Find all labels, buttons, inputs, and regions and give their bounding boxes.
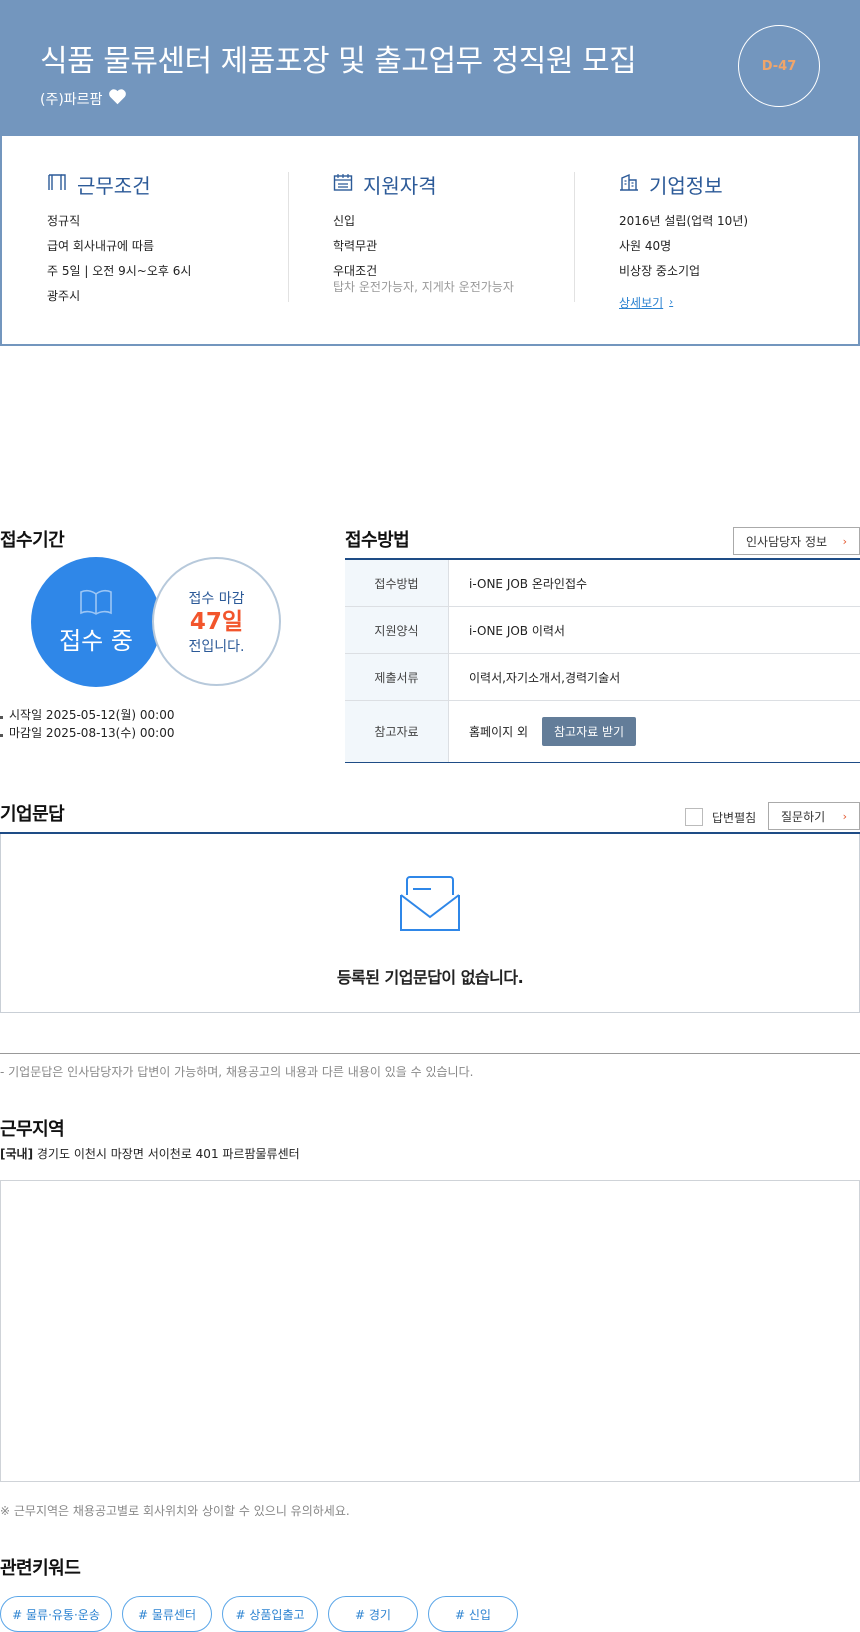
region-tag: [국내]: [0, 1147, 34, 1161]
deadline-suffix: 전입니다.: [188, 638, 245, 655]
keyword-tag[interactable]: # 경기: [328, 1596, 418, 1632]
founded: 2016년 설립(업력 10년): [619, 214, 749, 228]
work-address: 경기도 이천시 마장면 서이천로 401 파르팜물류센터: [36, 1147, 300, 1161]
reception-method-table: 접수방법 i-ONE JOB 온라인접수 지원양식 i-ONE JOB 이력서 …: [345, 558, 860, 763]
work-conditions-column: 근무조건 정규직 급여 회사내규에 따름 주 5일 | 오전 9시~오후 6시 …: [47, 170, 191, 309]
table-row: 지원양식 i-ONE JOB 이력서: [345, 607, 860, 654]
experience-level: 신입: [333, 214, 356, 228]
hr-contact-button[interactable]: 인사담당자 정보 ›: [733, 527, 860, 555]
qa-note: - 기업문답은 인사담당자가 답변이 가능하며, 채용공고의 내용과 다른 내용…: [0, 1065, 474, 1079]
employees: 사원 40명: [619, 239, 672, 253]
keyword-tag[interactable]: # 상품입출고: [222, 1596, 318, 1632]
company-info-column: 기업정보 2016년 설립(업력 10년) 사원 40명 비상장 중소기업 상세…: [619, 170, 748, 311]
keywords-title: 관련키워드: [0, 1558, 81, 1579]
work-location: 광주시: [47, 289, 81, 303]
reception-status: 접수 중: [59, 626, 133, 655]
salary: 급여 회사내규에 따름: [47, 239, 154, 253]
dday-badge: D-47: [738, 25, 820, 107]
end-date: 마감일 2025-08-13(수) 00:00: [9, 726, 175, 740]
reception-method-title: 접수방법: [345, 530, 410, 551]
table-row: 참고자료 홈페이지 외 참고자료 받기: [345, 701, 860, 763]
building-icon: [619, 172, 639, 197]
work-type: 정규직: [47, 214, 81, 228]
table-row: 접수방법 i-ONE JOB 온라인접수: [345, 560, 860, 607]
chevron-right-icon: ›: [842, 534, 847, 548]
company-name[interactable]: (주)파르팜: [40, 89, 102, 109]
bullet-icon: [0, 716, 3, 719]
days-left: 47일: [189, 608, 244, 635]
deadline-circle: 접수 마감 47일 전입니다.: [152, 557, 281, 686]
column-divider: [574, 172, 575, 302]
qualification-column: 지원자격 신입 학력무관 우대조건 탑차 운전가능자, 지게차 운전가능자: [333, 170, 514, 294]
calendar-icon: [333, 172, 353, 197]
company-type: 비상장 중소기업: [619, 264, 701, 278]
company-detail-link[interactable]: 상세보기 ›: [619, 294, 673, 311]
expand-answers-checkbox[interactable]: [685, 808, 703, 826]
column-divider: [288, 172, 289, 302]
chevron-right-icon: ›: [669, 297, 674, 308]
preferred-conditions: 탑차 운전가능자, 지게차 운전가능자: [333, 280, 514, 294]
end-date-row: 마감일 2025-08-13(수) 00:00: [0, 724, 174, 741]
reception-period-title: 접수기간: [0, 530, 65, 551]
start-date-row: 시작일 2025-05-12(월) 00:00: [0, 706, 174, 723]
expand-answers-label[interactable]: 답변펼침: [712, 809, 756, 826]
bullet-icon: [0, 734, 3, 737]
work-hours: 주 5일 | 오전 9시~오후 6시: [47, 264, 192, 278]
work-location-title: 근무지역: [0, 1119, 65, 1140]
education: 학력무관: [333, 239, 378, 253]
chevron-right-icon: ›: [842, 809, 847, 823]
keyword-tag[interactable]: # 신입: [428, 1596, 518, 1632]
qualification-heading: 지원자격: [333, 170, 514, 199]
job-summary-box: 근무조건 정규직 급여 회사내규에 따름 주 5일 | 오전 9시~오후 6시 …: [0, 136, 860, 346]
qa-title: 기업문답: [0, 804, 65, 825]
keyword-tag[interactable]: # 물류센터: [122, 1596, 212, 1632]
ask-question-button[interactable]: 질문하기 ›: [768, 802, 860, 830]
book-icon: [47, 172, 67, 197]
work-conditions-heading: 근무조건: [47, 170, 191, 199]
start-date: 시작일 2025-05-12(월) 00:00: [9, 708, 175, 722]
location-note: ※ 근무지역은 채용공고별로 회사위치와 상이할 수 있으니 유의하세요.: [0, 1504, 350, 1518]
download-reference-button[interactable]: 참고자료 받기: [542, 717, 637, 746]
reception-status-circle: 접수 중: [31, 557, 161, 687]
deadline-prefix: 접수 마감: [188, 590, 245, 607]
divider: [0, 1053, 860, 1054]
keyword-tag[interactable]: # 물류·유통·운송: [0, 1596, 112, 1632]
table-row: 제출서류 이력서,자기소개서,경력기술서: [345, 654, 860, 701]
job-title: 식품 물류센터 제품포장 및 출고업무 정직원 모집: [40, 44, 637, 79]
open-book-icon: [79, 589, 113, 619]
company-name-row: (주)파르팜: [40, 88, 127, 109]
company-info-heading: 기업정보: [619, 170, 748, 199]
work-address-row: [국내] 경기도 이천시 마장면 서이천로 401 파르팜물류센터: [0, 1145, 300, 1162]
location-map[interactable]: [0, 1180, 860, 1482]
heart-icon[interactable]: [108, 88, 127, 109]
reference-value: 홈페이지 외: [469, 725, 529, 739]
qa-empty-message: 등록된 기업문답이 없습니다.: [336, 968, 524, 987]
envelope-icon: [399, 874, 461, 940]
